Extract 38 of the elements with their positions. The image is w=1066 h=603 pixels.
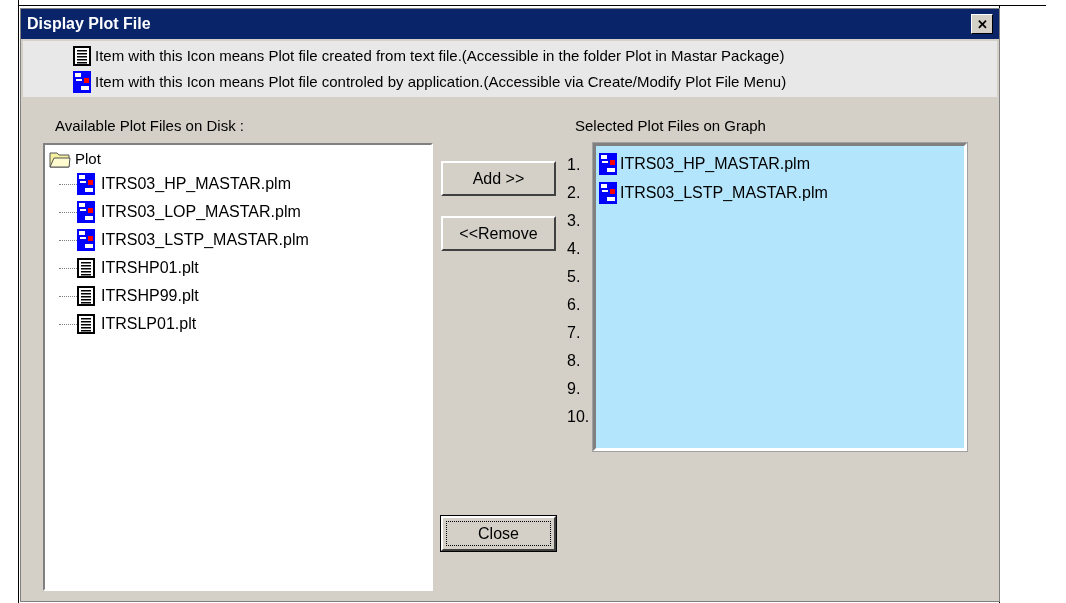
- tree-item[interactable]: ITRS03_HP_MASTAR.plm: [101, 172, 291, 196]
- legend-text: Item with this Icon means Plot file created from text file.(Accessible in the folder Plot in Mastar Package): [95, 46, 785, 66]
- tree-item[interactable]: Plot: [75, 147, 101, 171]
- chart-file-icon: [73, 70, 91, 93]
- dialog-button[interactable]: Close: [441, 516, 556, 551]
- list-item[interactable]: ITRS03_LSTP_MASTAR.plm: [620, 180, 828, 205]
- slot-number: 10.: [567, 407, 591, 427]
- dialog-button[interactable]: <<Remove: [441, 216, 556, 251]
- slot-number: 2.: [567, 183, 582, 203]
- legend-text: Item with this Icon means Plot file controled by application.(Accessible via Create/Modify Plot File Menu): [95, 71, 787, 92]
- selected-label: Selected Plot Files on Graph: [575, 116, 767, 136]
- chart-file-icon: [77, 201, 95, 223]
- slot-number: 7.: [567, 323, 582, 343]
- slot-number: 8.: [567, 351, 582, 371]
- tree-item[interactable]: ITRS03_LSTP_MASTAR.plm: [101, 228, 309, 252]
- chart-file-icon: [599, 181, 617, 204]
- slot-number: 5.: [567, 267, 582, 287]
- available-label: Available Plot Files on Disk :: [55, 116, 245, 136]
- tree-item[interactable]: ITRS03_LOP_MASTAR.plm: [101, 200, 301, 224]
- tree-item[interactable]: ITRSLP01.plt: [101, 312, 197, 336]
- dialog-button[interactable]: Add >>: [441, 161, 556, 196]
- text-file-icon: [77, 314, 95, 334]
- text-file-icon: [77, 258, 95, 278]
- slot-number: 6.: [567, 295, 582, 315]
- slot-number: 9.: [567, 379, 582, 399]
- chart-file-icon: [599, 152, 617, 175]
- list-item[interactable]: ITRS03_HP_MASTAR.plm: [620, 151, 810, 176]
- tree-item[interactable]: ITRSHP01.plt: [101, 256, 199, 280]
- chart-file-icon: [77, 229, 95, 251]
- slot-number: 4.: [567, 239, 582, 259]
- close-button[interactable]: ✕: [971, 14, 993, 34]
- text-file-icon: [73, 46, 91, 67]
- text-file-icon: [77, 286, 95, 306]
- tree-item[interactable]: ITRSHP99.plt: [101, 284, 199, 308]
- window-title: Display Plot File: [27, 14, 151, 34]
- slot-number: 1.: [567, 155, 582, 175]
- chart-file-icon: [77, 173, 95, 195]
- slot-number: 3.: [567, 211, 582, 231]
